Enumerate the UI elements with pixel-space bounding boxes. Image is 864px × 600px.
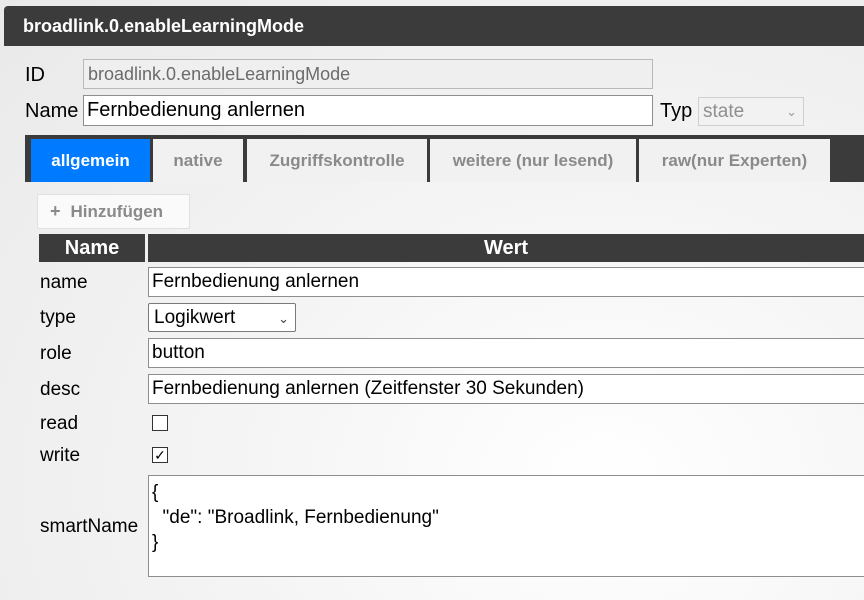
write-checkbox[interactable]: ✓	[152, 447, 168, 463]
row-label-desc: desc	[40, 379, 81, 400]
smartname-textarea[interactable]: { "de": "Broadlink, Fernbedienung" }	[148, 475, 864, 577]
chevron-down-icon: ⌄	[786, 104, 797, 119]
column-header-value: Wert	[148, 234, 864, 262]
name-value-input[interactable]: Fernbedienung anlernen	[148, 267, 864, 297]
row-label-name: name	[40, 272, 88, 293]
add-button-label: Hinzufügen	[70, 202, 164, 221]
plus-icon: +	[50, 201, 61, 221]
tab-native[interactable]: native	[153, 139, 243, 182]
dialog-title-bar: broadlink.0.enableLearningMode	[4, 6, 864, 46]
role-value-input[interactable]: button	[148, 338, 864, 368]
name-input[interactable]: Fernbedienung anlernen	[83, 95, 653, 126]
type-select[interactable]: Logikwert ⌄	[148, 303, 296, 332]
tab-bar: allgemein native Zugriffskontrolle weite…	[25, 135, 864, 182]
tab-zugriffskontrolle[interactable]: Zugriffskontrolle	[247, 139, 427, 182]
add-button[interactable]: + Hinzufügen	[37, 194, 190, 229]
typ-label: Typ	[660, 100, 693, 122]
typ-select[interactable]: state ⌄	[698, 97, 804, 126]
chevron-down-icon: ⌄	[278, 311, 289, 326]
type-select-value: Logikwert	[154, 307, 236, 328]
row-label-role: role	[40, 343, 72, 364]
desc-value-input[interactable]: Fernbedienung anlernen (Zeitfenster 30 S…	[148, 374, 864, 404]
name-label: Name	[25, 100, 79, 122]
tab-allgemein[interactable]: allgemein	[31, 139, 150, 182]
tab-raw[interactable]: raw(nur Experten)	[639, 139, 830, 182]
read-checkbox[interactable]	[152, 415, 168, 431]
column-header-name: Name	[39, 234, 145, 262]
id-field: broadlink.0.enableLearningMode	[83, 59, 653, 89]
row-label-type: type	[40, 307, 76, 328]
tab-weitere[interactable]: weitere (nur lesend)	[430, 139, 636, 182]
checkmark-icon: ✓	[154, 447, 166, 463]
row-label-smartname: smartName	[40, 516, 139, 537]
row-label-write: write	[40, 445, 81, 466]
dialog-title: broadlink.0.enableLearningMode	[23, 16, 305, 36]
id-label: ID	[25, 64, 45, 86]
typ-select-value: state	[703, 101, 745, 122]
row-label-read: read	[40, 413, 79, 434]
